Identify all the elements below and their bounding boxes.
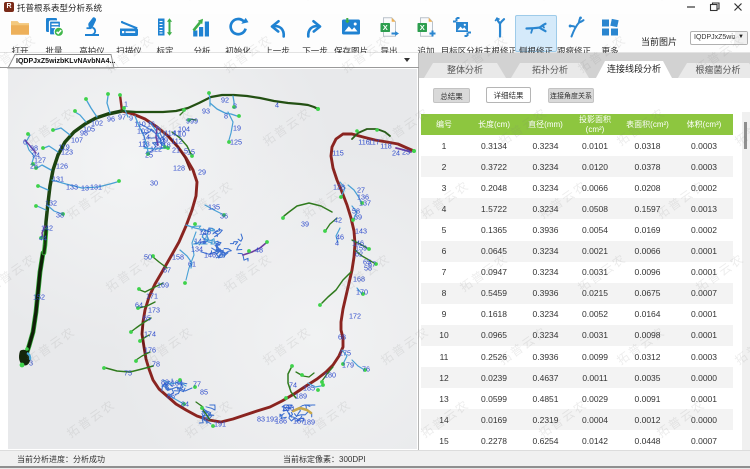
svg-text:3: 3: [233, 102, 237, 111]
svg-text:104: 104: [178, 125, 190, 134]
svg-text:19: 19: [233, 124, 241, 133]
svg-text:8: 8: [224, 112, 228, 121]
svg-text:1: 1: [124, 100, 128, 109]
svg-text:99: 99: [186, 117, 194, 126]
svg-text:X: X: [383, 23, 388, 32]
svg-text:9: 9: [194, 117, 198, 126]
svg-text:92: 92: [221, 96, 229, 105]
svg-text:96: 96: [107, 115, 115, 124]
svg-text:97: 97: [118, 113, 126, 122]
svg-text:93: 93: [202, 107, 210, 116]
svg-text:9: 9: [129, 114, 133, 123]
svg-text:4: 4: [275, 101, 279, 110]
svg-text:X: X: [420, 23, 425, 32]
